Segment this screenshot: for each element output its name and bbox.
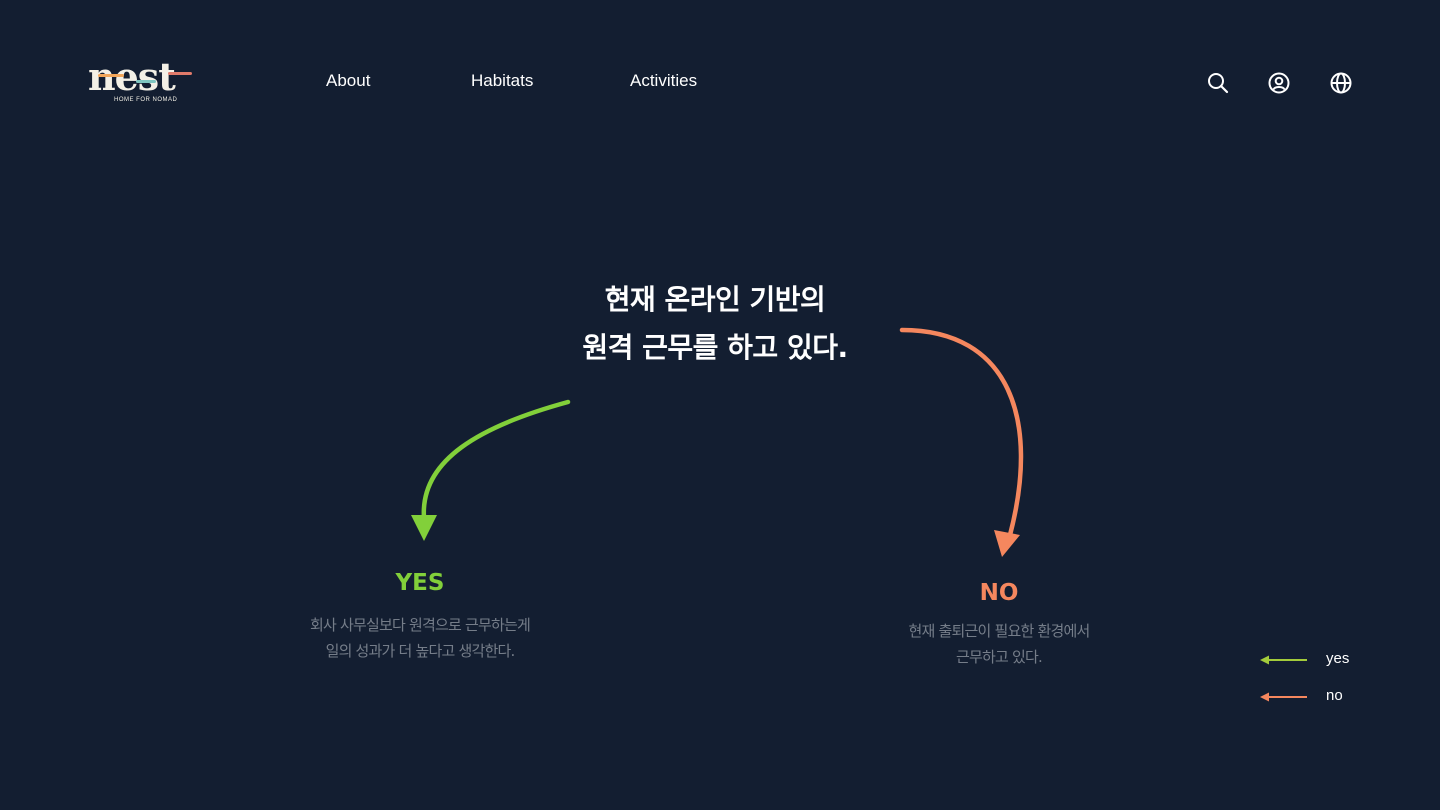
- no-description-line-2: 근무하고 있다.: [956, 648, 1043, 666]
- question-heading: 현재 온라인 기반의 원격 근무를 하고 있다.: [470, 276, 960, 372]
- yes-title: YES: [395, 570, 445, 596]
- legend-label-no: no: [1326, 687, 1343, 704]
- yes-description-line-2: 일의 성과가 더 높다고 생각한다.: [325, 642, 516, 660]
- logo-wordmark: nest: [88, 54, 176, 99]
- question-line-1: 현재 온라인 기반의: [604, 283, 826, 316]
- yes-arrow-head: [411, 515, 437, 541]
- logo-tagline: HOME FOR NOMAD: [114, 97, 178, 103]
- no-arrow-head: [994, 530, 1020, 557]
- flow-arrows: [411, 327, 1024, 557]
- yes-arrow-curve: [421, 399, 571, 521]
- arrow-left-icon: [1260, 655, 1307, 665]
- legend-item-no: no: [1260, 687, 1370, 707]
- search-icon[interactable]: [1205, 70, 1231, 96]
- logo-accent-stripe: [136, 80, 156, 83]
- question-line-2: 원격 근무를 하고 있다.: [582, 331, 848, 364]
- yes-description: 회사 사무실보다 원격으로 근무하는게 일의 성과가 더 높다고 생각한다.: [250, 612, 590, 664]
- arrow-left-icon: [1260, 692, 1307, 702]
- no-title: NO: [979, 580, 1019, 606]
- nav-habitats[interactable]: Habitats: [471, 71, 533, 91]
- nav-activities[interactable]: Activities: [630, 71, 697, 91]
- legend-label-yes: yes: [1326, 650, 1350, 667]
- logo-accent-stripe: [168, 72, 192, 75]
- no-description: 현재 출퇴근이 필요한 환경에서 근무하고 있다.: [849, 618, 1149, 670]
- legend-item-yes: yes: [1260, 650, 1370, 670]
- nav-about[interactable]: About: [326, 71, 370, 91]
- globe-icon[interactable]: [1328, 70, 1354, 96]
- no-description-line-1: 현재 출퇴근이 필요한 환경에서: [908, 622, 1091, 640]
- logo-accent-stripe: [98, 74, 124, 77]
- user-icon[interactable]: [1266, 70, 1292, 96]
- nest-logo[interactable]: nest HOME FOR NOMAD: [88, 54, 208, 110]
- yes-description-line-1: 회사 사무실보다 원격으로 근무하는게: [310, 616, 531, 634]
